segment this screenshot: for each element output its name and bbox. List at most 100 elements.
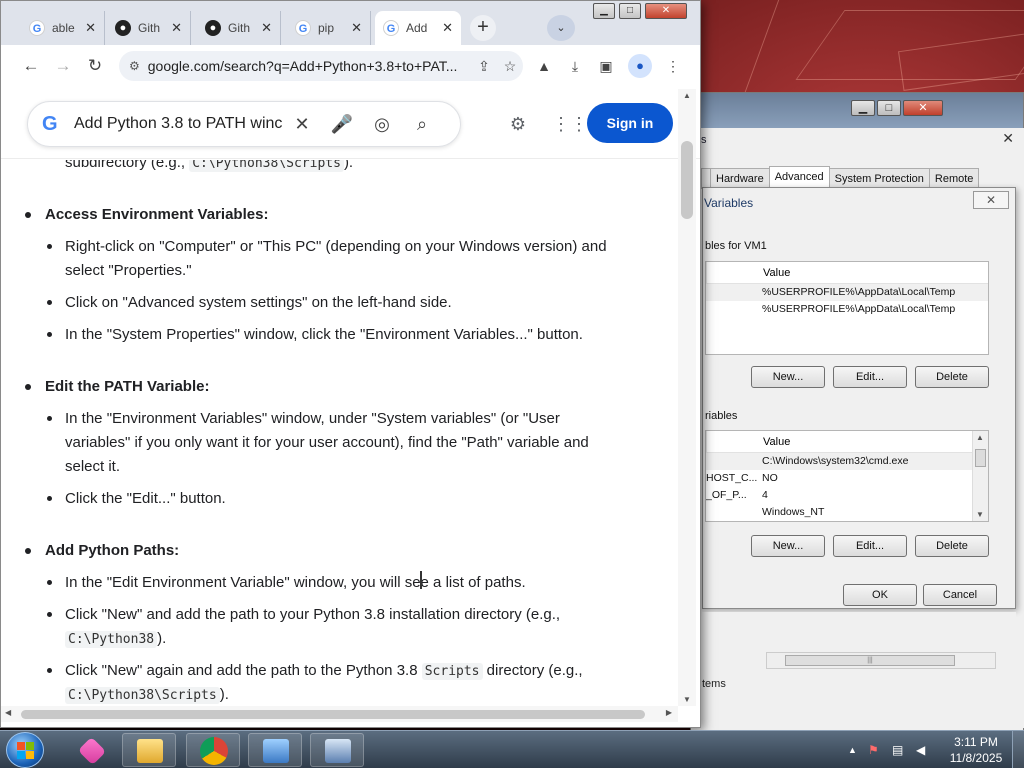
tab-system-protection[interactable]: System Protection [828, 168, 930, 189]
close-tab-icon[interactable]: ✕ [351, 20, 362, 36]
site-info-icon[interactable]: ⚙ [129, 59, 140, 73]
list-item: select it. [65, 458, 121, 475]
close-tab-icon[interactable]: ✕ [85, 20, 96, 36]
user-edit-button[interactable]: Edit... [833, 366, 907, 388]
extensions-icon[interactable]: ▲ [534, 56, 554, 76]
system-delete-button[interactable]: Delete [915, 535, 989, 557]
minimize-button[interactable]: ▁ [593, 3, 615, 19]
start-orb[interactable] [6, 732, 44, 768]
url-text[interactable]: google.com/search?q=Add+Python+3.8+to+PA… [148, 58, 471, 74]
table-row[interactable]: %USERPROFILE%\AppData\Local\Temp [706, 284, 988, 301]
minimize-button[interactable]: ▁ [851, 100, 875, 116]
system-edit-button[interactable]: Edit... [833, 535, 907, 557]
scroll-left-icon[interactable]: ◀ [5, 708, 11, 717]
google-search-box[interactable]: G ✕ 🎤 ◎ ⌕ [27, 101, 461, 147]
volume-icon[interactable]: ◀ [916, 743, 925, 757]
table-row[interactable]: HOST_C... NO [706, 470, 988, 487]
scroll-thumb[interactable]: ||| [785, 655, 955, 666]
search-icon[interactable]: ⌕ [402, 114, 442, 135]
tab-hardware[interactable]: Hardware [710, 168, 770, 189]
lens-camera-icon[interactable]: ◎ [362, 114, 402, 135]
address-bar[interactable]: ⚙ google.com/search?q=Add+Python+3.8+to+… [119, 51, 523, 81]
inline-code: C:\Python38 [65, 631, 158, 648]
bookmark-star-icon[interactable]: ☆ [497, 58, 523, 75]
tab-advanced[interactable]: Advanced [768, 166, 830, 189]
taskbar-control-panel[interactable] [248, 733, 302, 767]
scroll-right-icon[interactable]: ▶ [666, 708, 672, 717]
network-icon[interactable]: ▤ [892, 743, 903, 757]
browser-tab[interactable]: G pip ✕ [287, 11, 371, 45]
apps-grid-icon[interactable]: ⋮⋮ [552, 111, 588, 137]
inline-code: C:\Python38\Scripts [189, 160, 344, 172]
taskbar-chrome[interactable] [186, 733, 240, 767]
close-tab-icon[interactable]: ✕ [261, 20, 272, 36]
file-explorer-icon [137, 739, 163, 763]
system-properties-tabs: Hardware Advanced System Protection Remo… [701, 166, 980, 189]
google-icon: G [29, 20, 45, 36]
forward-arrow-icon[interactable]: → [51, 54, 75, 78]
table-row[interactable]: _OF_P... 4 [706, 487, 988, 504]
reload-icon[interactable]: ↻ [83, 54, 107, 78]
system-new-button[interactable]: New... [751, 535, 825, 557]
tab-search-button[interactable]: ⌄ [547, 15, 575, 41]
ok-button[interactable]: OK [843, 584, 917, 606]
table-row[interactable]: %USERPROFILE%\AppData\Local\Temp [706, 301, 988, 318]
taskbar-remote-desktop[interactable] [310, 733, 364, 767]
scroll-thumb[interactable] [681, 141, 693, 219]
show-desktop-button[interactable] [1012, 731, 1024, 768]
scroll-down-icon[interactable]: ▼ [683, 695, 691, 704]
sign-in-button[interactable]: Sign in [587, 103, 673, 143]
settings-gear-icon[interactable]: ⚙ [505, 111, 531, 137]
microphone-icon[interactable]: 🎤 [322, 114, 362, 135]
back-arrow-icon[interactable]: ← [19, 54, 43, 78]
side-panel-icon[interactable]: ▣ [596, 56, 616, 76]
value-column-header[interactable]: Value [706, 431, 918, 453]
browser-tab[interactable]: ● Gith ✕ [107, 11, 191, 45]
list-header: Value [706, 431, 988, 453]
scroll-down-icon[interactable]: ▼ [976, 510, 984, 519]
maximize-button[interactable]: □ [619, 3, 641, 19]
new-tab-button[interactable]: + [470, 15, 496, 41]
scroll-up-icon[interactable]: ▲ [683, 91, 691, 100]
taskbar-app-pink[interactable] [64, 733, 118, 767]
google-search-header: G ✕ 🎤 ◎ ⌕ ⚙ ⋮⋮ Sign in [1, 89, 700, 159]
browser-tab[interactable]: ● Gith ✕ [197, 11, 281, 45]
scroll-thumb[interactable] [21, 710, 645, 719]
horizontal-scrollbar[interactable]: ||| [766, 652, 996, 669]
dialog-close-button[interactable]: ✕ [973, 191, 1009, 209]
list-item: In the "Edit Environment Variable" windo… [65, 574, 526, 591]
user-new-button[interactable]: New... [751, 366, 825, 388]
share-icon[interactable]: ⇪ [471, 58, 497, 75]
horizontal-scrollbar[interactable]: ◀ ▶ [1, 706, 678, 722]
table-row[interactable]: Windows_NT [706, 504, 988, 521]
action-center-flag-icon[interactable]: ⚑ [868, 743, 879, 757]
menu-icon[interactable]: ⋮ [663, 56, 683, 76]
clear-search-icon[interactable]: ✕ [282, 114, 322, 135]
taskbar-clock[interactable]: 3:11 PM 11/8/2025 [946, 734, 1006, 766]
tab-remote[interactable]: Remote [928, 168, 980, 189]
system-list-scrollbar[interactable]: ▲ ▼ [972, 431, 988, 521]
scroll-thumb[interactable] [975, 449, 986, 467]
user-variables-list[interactable]: Value %USERPROFILE%\AppData\Local\Temp %… [705, 261, 989, 355]
system-variables-list[interactable]: Value C:\Windows\system32\cmd.exe HOST_C… [705, 430, 989, 522]
cancel-button[interactable]: Cancel [923, 584, 997, 606]
close-button[interactable]: ✕ [903, 100, 943, 116]
value-column-header[interactable]: Value [706, 262, 918, 284]
section-heading: Add Python Paths: [45, 542, 180, 559]
browser-tab-active[interactable]: G Add ✕ [375, 11, 461, 45]
download-icon[interactable]: ⤓ [565, 56, 585, 76]
show-hidden-icons-icon[interactable]: ▲ [848, 745, 857, 755]
close-tab-icon[interactable]: ✕ [442, 20, 453, 36]
close-icon[interactable]: ✕ [1002, 130, 1014, 147]
search-input[interactable] [74, 115, 282, 133]
vertical-scrollbar[interactable]: ▲ ▼ [678, 89, 696, 706]
table-row[interactable]: C:\Windows\system32\cmd.exe [706, 453, 988, 470]
browser-tab[interactable]: G able ✕ [21, 11, 105, 45]
taskbar-file-explorer[interactable] [122, 733, 176, 767]
user-delete-button[interactable]: Delete [915, 366, 989, 388]
close-tab-icon[interactable]: ✕ [171, 20, 182, 36]
profile-icon[interactable]: ● [628, 54, 652, 78]
close-window-button[interactable]: ✕ [645, 3, 687, 19]
scroll-up-icon[interactable]: ▲ [976, 433, 984, 442]
maximize-button[interactable]: □ [877, 100, 901, 116]
